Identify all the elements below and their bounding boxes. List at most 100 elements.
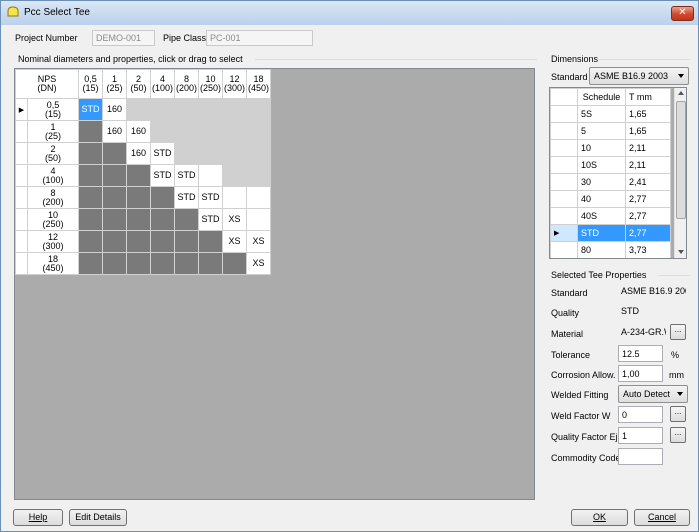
- matrix-cell[interactable]: [174, 120, 199, 143]
- schedule-cell[interactable]: 40S: [577, 207, 626, 225]
- row-header[interactable]: 1 (25): [27, 120, 79, 143]
- schedule-row-selector[interactable]: [550, 241, 578, 258]
- schedule-row-selector[interactable]: [550, 122, 578, 140]
- column-header[interactable]: 18 (450): [246, 69, 271, 99]
- scrollbar-thumb[interactable]: [676, 101, 686, 219]
- matrix-cell[interactable]: 160: [126, 120, 151, 143]
- matrix-cell[interactable]: XS: [246, 230, 271, 253]
- schedule-row[interactable]: 10 2,11: [550, 139, 671, 157]
- matrix-cell[interactable]: [246, 164, 271, 187]
- ok-button[interactable]: OK: [571, 509, 628, 526]
- matrix-cell[interactable]: [222, 164, 247, 187]
- help-button[interactable]: Help: [13, 509, 63, 526]
- matrix-cell[interactable]: 160: [102, 120, 127, 143]
- quality-factor-input[interactable]: 1: [618, 427, 663, 444]
- thickness-cell[interactable]: 2,77: [625, 224, 671, 242]
- quality-factor-browse-button[interactable]: ...: [670, 427, 686, 443]
- row-selector[interactable]: [15, 252, 28, 275]
- matrix-cell[interactable]: XS: [246, 252, 271, 275]
- material-browse-button[interactable]: ...: [670, 324, 686, 340]
- matrix-cell[interactable]: STD: [198, 208, 223, 231]
- schedule-row[interactable]: 40 2,77: [550, 190, 671, 208]
- schedule-row[interactable]: 80 3,73: [550, 241, 671, 258]
- schedule-grid[interactable]: Schedule T mm 5S 1,65 5 1,65 10 2,11 10S 2,11 30 2,…: [549, 87, 687, 259]
- row-header[interactable]: 10 (250): [27, 208, 79, 231]
- row-selector[interactable]: [15, 164, 28, 187]
- thickness-cell[interactable]: 3,73: [625, 241, 671, 258]
- row-selector[interactable]: [15, 142, 28, 165]
- schedule-row[interactable]: 40S 2,77: [550, 207, 671, 225]
- corrosion-allowance-input[interactable]: 1,00: [618, 365, 663, 382]
- cancel-button[interactable]: Cancel: [634, 509, 690, 526]
- nps-matrix-grid[interactable]: NPS (DN) 0,5 (15) 1 (25) 2 (50) 4 (100) 8 (200) 10 (2…: [14, 68, 535, 500]
- matrix-cell[interactable]: 160: [102, 98, 127, 121]
- schedule-row[interactable]: 30 2,41: [550, 173, 671, 191]
- schedule-column-header[interactable]: Schedule: [577, 88, 626, 106]
- thickness-cell[interactable]: 1,65: [625, 105, 671, 123]
- schedule-scrollbar[interactable]: [674, 88, 686, 258]
- schedule-row-selector[interactable]: [550, 156, 578, 174]
- edit-details-button[interactable]: Edit Details: [69, 509, 127, 526]
- schedule-row-selector[interactable]: [550, 190, 578, 208]
- row-header[interactable]: 8 (200): [27, 186, 79, 209]
- matrix-cell[interactable]: XS: [222, 208, 247, 231]
- schedule-cell[interactable]: 80: [577, 241, 626, 258]
- row-selector[interactable]: [15, 208, 28, 231]
- column-header[interactable]: 12 (300): [222, 69, 247, 99]
- matrix-cell[interactable]: [126, 98, 151, 121]
- thickness-cell[interactable]: 2,41: [625, 173, 671, 191]
- weld-factor-browse-button[interactable]: ...: [670, 406, 686, 422]
- matrix-cell[interactable]: [246, 208, 271, 231]
- row-header[interactable]: 18 (450): [27, 252, 79, 275]
- matrix-cell[interactable]: XS: [222, 230, 247, 253]
- matrix-cell[interactable]: STD: [174, 186, 199, 209]
- row-header[interactable]: 12 (300): [27, 230, 79, 253]
- dimensions-standard-select[interactable]: ASME B16.9 2003: [589, 67, 689, 85]
- schedule-row-selector[interactable]: [550, 207, 578, 225]
- schedule-row-selector[interactable]: [550, 105, 578, 123]
- welded-fitting-select[interactable]: Auto Detect: [618, 385, 688, 403]
- column-header[interactable]: 1 (25): [102, 69, 127, 99]
- scroll-up-icon[interactable]: [678, 91, 684, 95]
- thickness-cell[interactable]: 2,11: [625, 139, 671, 157]
- matrix-cell[interactable]: [222, 186, 247, 209]
- matrix-cell[interactable]: [150, 120, 175, 143]
- row-selector[interactable]: [15, 120, 28, 143]
- schedule-cell[interactable]: 10: [577, 139, 626, 157]
- thickness-cell[interactable]: 2,11: [625, 156, 671, 174]
- schedule-row-selector[interactable]: [550, 139, 578, 157]
- matrix-cell[interactable]: STD: [174, 164, 199, 187]
- matrix-cell[interactable]: 160: [126, 142, 151, 165]
- matrix-cell[interactable]: STD: [150, 164, 175, 187]
- row-selector[interactable]: ▶: [15, 98, 28, 121]
- matrix-cell[interactable]: [246, 186, 271, 209]
- weld-factor-input[interactable]: 0: [618, 406, 663, 423]
- column-header[interactable]: 0,5 (15): [78, 69, 103, 99]
- row-selector[interactable]: [15, 186, 28, 209]
- thickness-cell[interactable]: 2,77: [625, 190, 671, 208]
- matrix-cell[interactable]: [222, 98, 247, 121]
- schedule-cell[interactable]: 40: [577, 190, 626, 208]
- row-header[interactable]: 0,5 (15): [27, 98, 79, 121]
- schedule-row[interactable]: 10S 2,11: [550, 156, 671, 174]
- schedule-row[interactable]: 5 1,65: [550, 122, 671, 140]
- matrix-cell[interactable]: [174, 98, 199, 121]
- matrix-cell[interactable]: [246, 98, 271, 121]
- matrix-cell[interactable]: [198, 142, 223, 165]
- close-button[interactable]: ✕: [671, 6, 694, 21]
- thickness-cell[interactable]: 1,65: [625, 122, 671, 140]
- row-header[interactable]: 4 (100): [27, 164, 79, 187]
- row-selector[interactable]: [15, 230, 28, 253]
- matrix-cell[interactable]: [198, 120, 223, 143]
- commodity-code-input[interactable]: [618, 448, 663, 465]
- matrix-cell[interactable]: [222, 120, 247, 143]
- schedule-cell[interactable]: STD: [577, 224, 626, 242]
- scroll-down-icon[interactable]: [678, 250, 684, 254]
- matrix-cell[interactable]: [198, 98, 223, 121]
- thickness-cell[interactable]: 2,77: [625, 207, 671, 225]
- column-header[interactable]: 4 (100): [150, 69, 175, 99]
- matrix-cell[interactable]: [174, 142, 199, 165]
- schedule-row[interactable]: ▶ STD 2,77: [550, 224, 671, 242]
- matrix-cell[interactable]: [246, 142, 271, 165]
- schedule-cell[interactable]: 30: [577, 173, 626, 191]
